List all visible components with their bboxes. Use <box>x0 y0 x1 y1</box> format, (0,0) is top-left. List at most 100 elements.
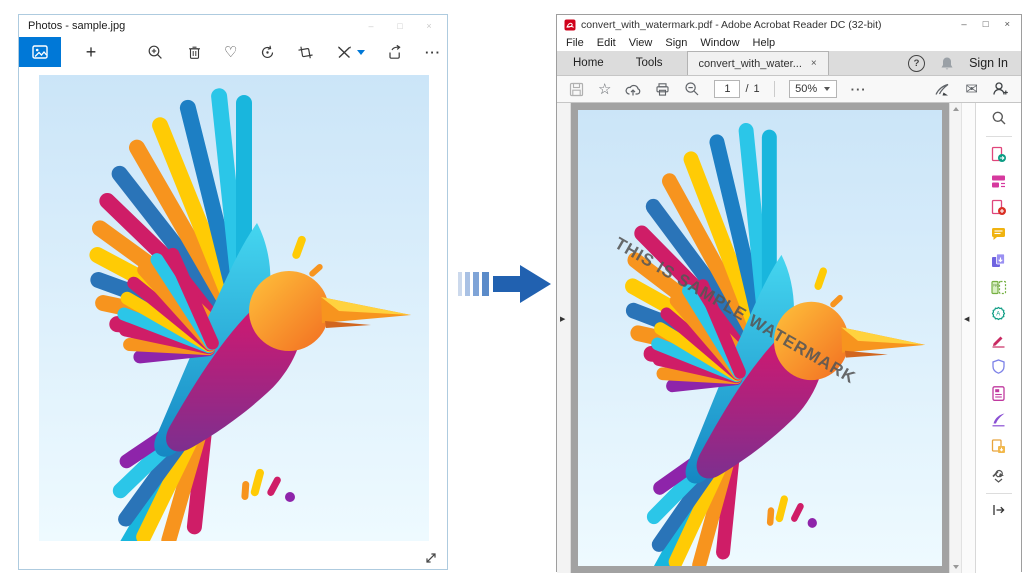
crop-icon <box>297 44 314 61</box>
organize-pages-icon: NC <box>990 279 1007 296</box>
favorite-button[interactable]: ♡ <box>224 45 237 60</box>
prepare-form-tool[interactable] <box>990 385 1007 402</box>
page-total: 1 <box>754 83 760 95</box>
star-icon: ☆ <box>598 81 611 98</box>
favorite-star-button[interactable]: ☆ <box>598 82 611 97</box>
page-separator: / <box>745 83 748 95</box>
menu-file[interactable]: File <box>566 37 584 49</box>
send-mail-button[interactable]: ✉ <box>965 82 978 97</box>
document-canvas: THIS IS SAMPLE WATERMARK <box>571 103 949 573</box>
photo-stage <box>19 67 447 571</box>
help-button[interactable]: ? <box>908 55 925 72</box>
acrobat-content: ▶ THIS IS SAMPLE WATERMARK ◀ <box>557 103 1021 573</box>
magnifier-plus-icon <box>147 44 164 61</box>
cloud-upload-icon[interactable] <box>625 82 641 97</box>
fullscreen-button[interactable] <box>424 551 438 565</box>
see-more-button[interactable]: ··· <box>425 45 441 60</box>
protect-tool[interactable] <box>990 358 1007 375</box>
page-number-input[interactable]: 1 <box>714 80 740 98</box>
see-all-photos-button[interactable] <box>19 37 61 67</box>
acrobat-menubar: File Edit View Sign Window Help <box>557 34 1021 51</box>
chevron-down-icon[interactable] <box>357 50 365 55</box>
pdf-page[interactable]: THIS IS SAMPLE WATERMARK <box>578 110 942 566</box>
zoom-out-icon[interactable] <box>684 81 700 97</box>
add-person-icon[interactable] <box>992 81 1009 97</box>
ellipsis-icon: ··· <box>425 45 441 60</box>
caret-down-icon <box>824 87 830 91</box>
fill-and-sign-tool[interactable] <box>990 332 1007 349</box>
acrobat-titlebar: convert_with_watermark.pdf - Adobe Acrob… <box>557 15 1021 34</box>
open-tools-panel-button[interactable] <box>991 503 1006 517</box>
chevron-down-icon <box>994 478 1003 483</box>
ellipsis-icon: ··· <box>851 82 867 97</box>
tab-home[interactable]: Home <box>557 51 620 75</box>
redact-tool[interactable]: A <box>990 305 1007 322</box>
sidebar-divider <box>986 493 1012 494</box>
panel-expand-arrow-icon <box>991 503 1006 517</box>
compress-pdf-tool[interactable] <box>990 438 1007 455</box>
sign-in-button[interactable]: Sign In <box>969 56 1008 70</box>
certificates-tool[interactable] <box>990 411 1007 428</box>
navigation-pane-strip[interactable]: ▶ <box>557 103 571 573</box>
minimize-button[interactable]: – <box>366 21 376 31</box>
right-arrow-icon <box>456 258 556 310</box>
minimize-button[interactable]: – <box>961 19 966 30</box>
combine-files-icon <box>990 252 1007 269</box>
search-icon <box>991 110 1007 126</box>
tab-tools[interactable]: Tools <box>620 51 679 75</box>
zoom-button[interactable] <box>147 44 164 61</box>
edit-create-icon <box>336 44 353 61</box>
expand-diagonal-icon <box>424 551 438 565</box>
vertical-scrollbar[interactable] <box>949 103 961 573</box>
menu-view[interactable]: View <box>629 37 653 49</box>
add-to-button[interactable]: + <box>75 37 107 67</box>
more-tools-button[interactable] <box>990 464 1007 483</box>
edit-pdf-tool[interactable] <box>990 173 1007 190</box>
menu-help[interactable]: Help <box>753 37 776 49</box>
tools-pane-toggle-strip[interactable]: ◀ <box>961 103 975 573</box>
scroll-up-icon[interactable] <box>953 107 959 111</box>
menu-sign[interactable]: Sign <box>665 37 687 49</box>
maximize-button[interactable]: □ <box>983 19 989 30</box>
rotate-button[interactable] <box>259 44 276 61</box>
delete-button[interactable] <box>186 44 203 61</box>
edit-create-button[interactable] <box>336 44 365 61</box>
toolbar-overflow-button[interactable]: ··· <box>851 82 867 97</box>
create-pdf-tool[interactable] <box>990 199 1007 216</box>
quill-pen-icon <box>990 411 1007 428</box>
tab-document[interactable]: convert_with_water... × <box>687 51 829 75</box>
collapse-tools-pane-icon[interactable]: ◀ <box>964 315 969 323</box>
export-pdf-icon <box>990 146 1007 163</box>
print-icon[interactable] <box>655 82 670 97</box>
menu-edit[interactable]: Edit <box>597 37 616 49</box>
share-button[interactable] <box>386 44 403 61</box>
svg-text:NC: NC <box>993 282 999 287</box>
save-icon[interactable] <box>569 82 584 97</box>
svg-text:A: A <box>996 312 1000 318</box>
question-icon: ? <box>914 58 920 69</box>
organize-pages-tool[interactable]: NC <box>990 279 1007 296</box>
acrobat-window: convert_with_watermark.pdf - Adobe Acrob… <box>556 14 1022 572</box>
close-button[interactable]: × <box>1004 19 1010 30</box>
maximize-button[interactable]: □ <box>395 21 405 31</box>
crop-button[interactable] <box>297 44 314 61</box>
plus-icon: + <box>86 42 97 63</box>
combine-files-tool[interactable] <box>990 252 1007 269</box>
menu-window[interactable]: Window <box>700 37 739 49</box>
bell-icon[interactable] <box>940 56 954 71</box>
compress-pages-icon <box>990 438 1007 455</box>
close-button[interactable]: × <box>424 21 434 31</box>
expand-nav-pane-icon[interactable]: ▶ <box>560 315 565 323</box>
scroll-down-icon[interactable] <box>953 565 959 569</box>
tab-close-icon[interactable]: × <box>811 58 817 69</box>
hummingbird-image <box>578 110 942 566</box>
zoom-level-value: 50% <box>795 83 817 95</box>
acrobat-toolbar: ☆ 1 / 1 50% ··· <box>557 75 1021 103</box>
acrobat-window-title: convert_with_watermark.pdf - Adobe Acrob… <box>581 19 882 31</box>
sidebar-divider <box>986 136 1012 137</box>
comment-tool[interactable] <box>990 226 1007 243</box>
export-pdf-tool[interactable] <box>990 146 1007 163</box>
zoom-level-select[interactable]: 50% <box>789 80 837 98</box>
fill-sign-pen-icon[interactable] <box>934 82 951 97</box>
search-tool[interactable] <box>991 110 1007 126</box>
